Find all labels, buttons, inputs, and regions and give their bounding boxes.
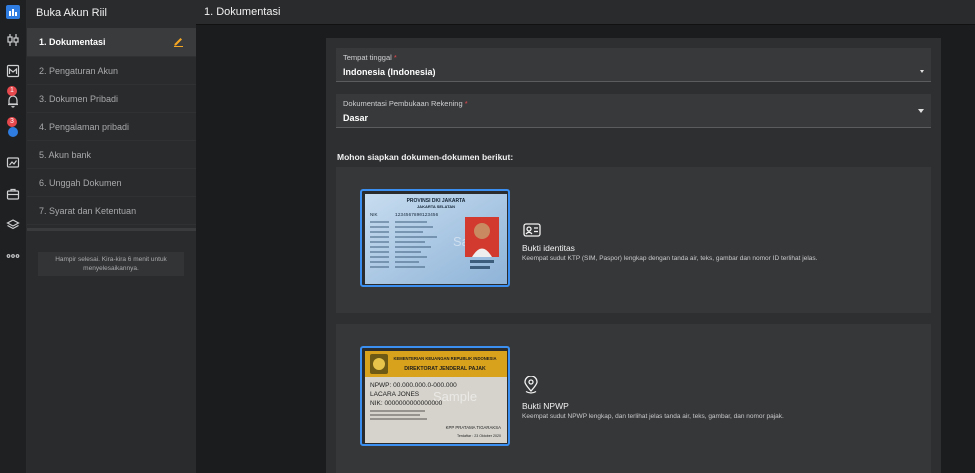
npwp-number: NPWP: 00.000.000.0-000.000 bbox=[370, 382, 457, 389]
npwp-header1: KEMENTERIAN KEUANGAN REPUBLIK INDONESIA bbox=[393, 356, 496, 361]
step-label: 4. Pengalaman pribadi bbox=[39, 121, 130, 132]
page-title: 1. Dokumentasi bbox=[204, 6, 281, 18]
steps-sidebar: Buka Akun Riil 1. Dokumentasi 2. Pengatu… bbox=[27, 0, 196, 473]
market-icon[interactable] bbox=[6, 64, 20, 78]
step-label: 7. Syarat dan Ketentuan bbox=[39, 205, 137, 216]
npwp-date: Terdaftar : 23 Oktober 2020 bbox=[457, 434, 501, 438]
account-docs-value: Dasar bbox=[343, 113, 369, 123]
step-terms[interactable]: 7. Syarat dan Ketentuan bbox=[27, 197, 196, 225]
logo-icon[interactable] bbox=[6, 5, 20, 19]
chart-icon[interactable] bbox=[6, 156, 20, 170]
notifications-badge: 1 bbox=[7, 86, 17, 96]
step-account-settings[interactable]: 2. Pengaturan Akun bbox=[27, 57, 196, 85]
bell-icon[interactable] bbox=[6, 94, 20, 108]
location-pin-icon bbox=[523, 375, 539, 401]
residence-label: Tempat tinggal * bbox=[343, 53, 397, 62]
required-mark: * bbox=[464, 99, 468, 108]
chat-icon[interactable] bbox=[6, 125, 20, 139]
step-label: 3. Dokumen Pribadi bbox=[39, 93, 119, 104]
id-card-icon bbox=[523, 223, 541, 242]
document-card-npwp: KEMENTERIAN KEUANGAN REPUBLIK INDONESIA … bbox=[336, 324, 931, 473]
document-title: Bukti identitas bbox=[522, 243, 575, 253]
step-personal-experience[interactable]: 4. Pengalaman pribadi bbox=[27, 113, 196, 141]
npwp-office: KPP PRATAMA TIGARAKSA bbox=[446, 425, 501, 430]
document-description: Keempat sudut NPWP lengkap, dan terlihat… bbox=[522, 413, 784, 420]
step-label: 2. Pengaturan Akun bbox=[39, 65, 119, 76]
dropdown-arrow-icon bbox=[920, 70, 924, 73]
npwp-card-sample-image: KEMENTERIAN KEUANGAN REPUBLIK INDONESIA … bbox=[360, 346, 510, 446]
page-header: 1. Dokumentasi bbox=[196, 0, 975, 25]
npwp-name: LACARA JONES bbox=[370, 391, 420, 398]
id-nik: 1234567890123456 bbox=[395, 212, 439, 218]
instruction-text: Mohon siapkan dokumen-dokumen berikut: bbox=[337, 152, 514, 162]
npwp-nik: NIK: 0000000000000000 bbox=[370, 400, 443, 407]
dropdown-arrow-icon bbox=[918, 109, 924, 113]
chat-badge: 3 bbox=[7, 117, 17, 127]
step-personal-documents[interactable]: 3. Dokumen Pribadi bbox=[27, 85, 196, 113]
progress-note: Hampir selesai. Kira-kira 6 menit untuk … bbox=[38, 252, 184, 276]
briefcase-icon[interactable] bbox=[6, 187, 20, 201]
residence-value: Indonesia (Indonesia) bbox=[343, 67, 436, 77]
step-label: 1. Dokumentasi bbox=[39, 37, 106, 47]
steps-list: 1. Dokumentasi 2. Pengaturan Akun 3. Dok… bbox=[27, 28, 196, 225]
pencil-icon[interactable] bbox=[173, 36, 184, 49]
step-label: 5. Akun bank bbox=[39, 149, 92, 160]
divider bbox=[27, 228, 196, 231]
npwp-watermark: Sample bbox=[433, 389, 477, 404]
residence-select[interactable]: Tempat tinggal * Indonesia (Indonesia) bbox=[336, 48, 931, 82]
id-header2: JAKARTA SELATAN bbox=[417, 204, 455, 209]
form-panel: Tempat tinggal * Indonesia (Indonesia) D… bbox=[326, 38, 941, 473]
step-label: 6. Unggah Dokumen bbox=[39, 177, 122, 188]
step-documentation[interactable]: 1. Dokumentasi bbox=[27, 28, 196, 57]
required-mark: * bbox=[393, 53, 397, 62]
account-docs-select[interactable]: Dokumentasi Pembukaan Rekening * Dasar bbox=[336, 94, 931, 128]
main-content: Tempat tinggal * Indonesia (Indonesia) D… bbox=[196, 25, 975, 473]
step-bank-account[interactable]: 5. Akun bank bbox=[27, 141, 196, 169]
more-icon[interactable] bbox=[6, 249, 20, 263]
account-docs-label: Dokumentasi Pembukaan Rekening * bbox=[343, 99, 468, 108]
app-window: 1 3 Buka Akun Riil 1. Dokumentasi 2. Pen… bbox=[0, 0, 975, 473]
icon-rail: 1 3 bbox=[0, 0, 27, 473]
id-nik-label: NIK bbox=[370, 212, 378, 217]
step-upload-documents[interactable]: 6. Unggah Dokumen bbox=[27, 169, 196, 197]
document-description: Keempat sudut KTP (SIM, Paspor) lengkap … bbox=[522, 255, 818, 262]
sidebar-title: Buka Akun Riil bbox=[36, 7, 107, 19]
document-title: Bukti NPWP bbox=[522, 401, 569, 411]
id-card-sample-image: PROVINSI DKI JAKARTA JAKARTA SELATAN NIK… bbox=[360, 189, 510, 287]
document-card-identity: PROVINSI DKI JAKARTA JAKARTA SELATAN NIK… bbox=[336, 167, 931, 313]
layers-icon[interactable] bbox=[6, 218, 20, 232]
candlestick-icon[interactable] bbox=[6, 33, 20, 47]
npwp-header2: DIREKTORAT JENDERAL PAJAK bbox=[404, 366, 486, 372]
